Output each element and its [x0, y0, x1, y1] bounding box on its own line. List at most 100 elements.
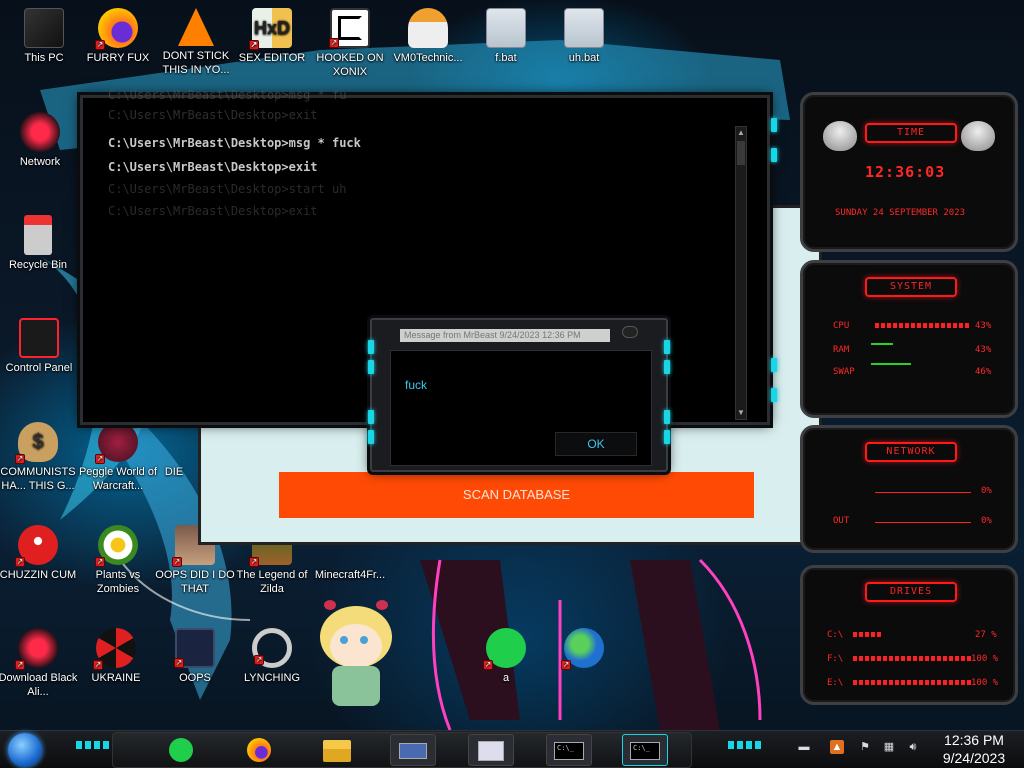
terminal-ghost-line: C:\Users\MrBeast\Desktop>exit: [108, 204, 318, 218]
desktop-icon-communists[interactable]: $ ↗ COMMUNISTS HA... THIS G...: [0, 422, 82, 493]
desktop-icon-oops[interactable]: ↗ OOPS: [151, 628, 239, 685]
shortcut-arrow-icon: ↗: [249, 40, 259, 50]
drive-e-value: 100 %: [971, 678, 999, 688]
network-gadget[interactable]: NETWORK IN 0% OUT 0%: [800, 425, 1018, 553]
tray-show-desktop-icon[interactable]: ▬: [797, 740, 811, 754]
desktop-icon-furry-fux[interactable]: ↗ FURRY FUX: [74, 8, 162, 65]
tray-flag-icon[interactable]: ⚑: [858, 740, 872, 754]
taskbar-cmd-button-active[interactable]: C:\_: [622, 734, 668, 766]
desktop-icon-network[interactable]: Network: [0, 112, 84, 169]
desktop-icon-chuzzin-cum[interactable]: ↗ CHUZZIN CUM: [0, 525, 82, 582]
alien-network-icon: [20, 112, 60, 152]
shortcut-arrow-icon: ↗: [15, 660, 25, 670]
cmd-icon: C:\_: [630, 742, 660, 760]
globe-icon: ↗: [561, 628, 604, 670]
time-gadget[interactable]: TIME 12:36:03 SUNDAY 24 SEPTEMBER 2023: [800, 92, 1018, 252]
firefox-icon: ↗: [95, 8, 138, 50]
shortcut-arrow-icon: ↗: [93, 660, 103, 670]
desktop-icon-ukraine[interactable]: ↗ UKRAINE: [72, 628, 160, 685]
firefox-icon: [247, 738, 271, 762]
scroll-thumb[interactable]: [737, 141, 745, 165]
taskbar-file-explorer-button[interactable]: [314, 734, 360, 766]
frame-led: [664, 340, 670, 354]
start-button[interactable]: [8, 733, 42, 767]
scroll-down-arrow-icon[interactable]: ▼: [736, 407, 746, 419]
desktop-icon-hooked-on-xonix[interactable]: ↗ HOOKED ON XONIX: [306, 8, 394, 79]
technician-icon: [408, 8, 448, 48]
system-gadget[interactable]: SYSTEM CPU 43% RAM 43% SWAP 46%: [800, 260, 1018, 418]
shortcut-arrow-icon: ↗: [329, 38, 339, 48]
xonix-game-icon: ↗: [329, 8, 370, 48]
ram-graph: [871, 343, 893, 345]
desktop-icon-uh-bat[interactable]: uh.bat: [540, 8, 628, 65]
desktop-icon-f-bat[interactable]: f.bat: [462, 8, 550, 65]
scan-database-button[interactable]: SCAN DATABASE: [279, 472, 754, 518]
clock-time: 12:36 PM: [944, 732, 1004, 748]
frame-led: [771, 388, 777, 402]
shortcut-arrow-icon: ↗: [15, 557, 25, 567]
network-in-graph: [875, 492, 971, 493]
network-gadget-title: NETWORK: [865, 442, 957, 462]
desktop-icon-control-panel[interactable]: Control Panel: [0, 318, 83, 375]
shortcut-arrow-icon: ↗: [95, 454, 105, 464]
chuzzle-icon: ↗: [15, 525, 58, 567]
message-dialog[interactable]: Message from MrBeast 9/24/2023 12:36 PM …: [368, 318, 670, 472]
frame-led: [368, 360, 374, 374]
taskbar-document-button[interactable]: [468, 734, 514, 766]
drive-c-bar: [853, 632, 881, 637]
messaging-icon: [169, 738, 193, 762]
swap-value: 46%: [975, 367, 992, 377]
drives-gadget[interactable]: DRIVES C:\ 27 % F:\ 100 % E:\ 100 %: [800, 565, 1018, 705]
frame-led: [664, 430, 670, 444]
taskbar-clock[interactable]: 12:36 PM 9/24/2023: [928, 730, 1020, 768]
scroll-up-arrow-icon[interactable]: ▲: [736, 127, 746, 139]
dialog-close-icon[interactable]: [622, 326, 638, 338]
money-bag-icon: $ ↗: [15, 422, 58, 464]
desktop-icon-lynching[interactable]: ↗ LYNCHING: [228, 628, 316, 685]
taskbar-firefox-button[interactable]: [236, 734, 282, 766]
ok-button[interactable]: OK: [555, 432, 637, 456]
tray-network-icon[interactable]: ▦: [882, 740, 896, 754]
frame-led: [771, 118, 777, 132]
vlc-cone-icon: [178, 8, 214, 46]
drive-f-label: F:\: [827, 654, 844, 664]
chat-app-icon: ↗: [483, 628, 526, 670]
system-gadget-title: SYSTEM: [865, 277, 957, 297]
tray-app-icon[interactable]: ▲: [830, 740, 844, 754]
drive-e-label: E:\: [827, 678, 844, 688]
frame-led: [368, 430, 374, 444]
taskbar-messaging-button[interactable]: [158, 734, 204, 766]
desktop-icon-dont-stick[interactable]: DONT STICK THIS IN YO...: [152, 8, 240, 77]
taskbar-app-window-button[interactable]: [390, 734, 436, 766]
desktop-icon-vm0technic[interactable]: VM0Technic...: [384, 8, 472, 65]
network-out-value: 0%: [981, 516, 992, 526]
taskbar-cmd-button[interactable]: C:\_: [546, 734, 592, 766]
swap-graph: [871, 363, 911, 365]
shortcut-arrow-icon: ↗: [254, 655, 264, 665]
desktop-icon-recycle-bin[interactable]: Recycle Bin: [0, 215, 82, 272]
cmd-icon: C:\_: [554, 742, 584, 760]
hex-editor-icon: HxD ↗: [249, 8, 292, 50]
terminal-scrollbar[interactable]: ▲ ▼: [735, 126, 747, 420]
control-panel-icon: [19, 318, 59, 358]
desktop-icon-globe[interactable]: ↗: [540, 628, 628, 671]
cpu-label: CPU: [833, 321, 850, 331]
drives-gadget-title: DRIVES: [865, 582, 957, 602]
shortcut-arrow-icon: ↗: [15, 454, 25, 464]
tray-volume-icon[interactable]: 🔊︎: [906, 740, 920, 754]
frame-led: [664, 410, 670, 424]
frame-led: [771, 358, 777, 372]
alien-head-icon: [961, 121, 995, 151]
screen-icon: ↗: [174, 628, 215, 668]
desktop-icon-plants-vs-zombies[interactable]: ↗ Plants vs Zombies: [74, 525, 162, 596]
desktop-icon-a[interactable]: ↗ a: [462, 628, 550, 685]
desktop-icon-download-black-ali[interactable]: ↗ Download Black Ali...: [0, 628, 82, 699]
terminal-ghost-line: C:\Users\MrBeast\Desktop>start uh: [108, 182, 347, 196]
file-explorer-icon: [323, 740, 351, 762]
shortcut-arrow-icon: ↗: [95, 557, 105, 567]
clock-date: 9/24/2023: [942, 750, 1006, 766]
desktop-icon-sex-editor[interactable]: HxD ↗ SEX EDITOR: [228, 8, 316, 65]
terminal-line-exit: C:\Users\MrBeast\Desktop>exit: [108, 160, 318, 174]
radiation-icon: ↗: [93, 628, 136, 670]
batch-file-icon: [564, 8, 604, 48]
